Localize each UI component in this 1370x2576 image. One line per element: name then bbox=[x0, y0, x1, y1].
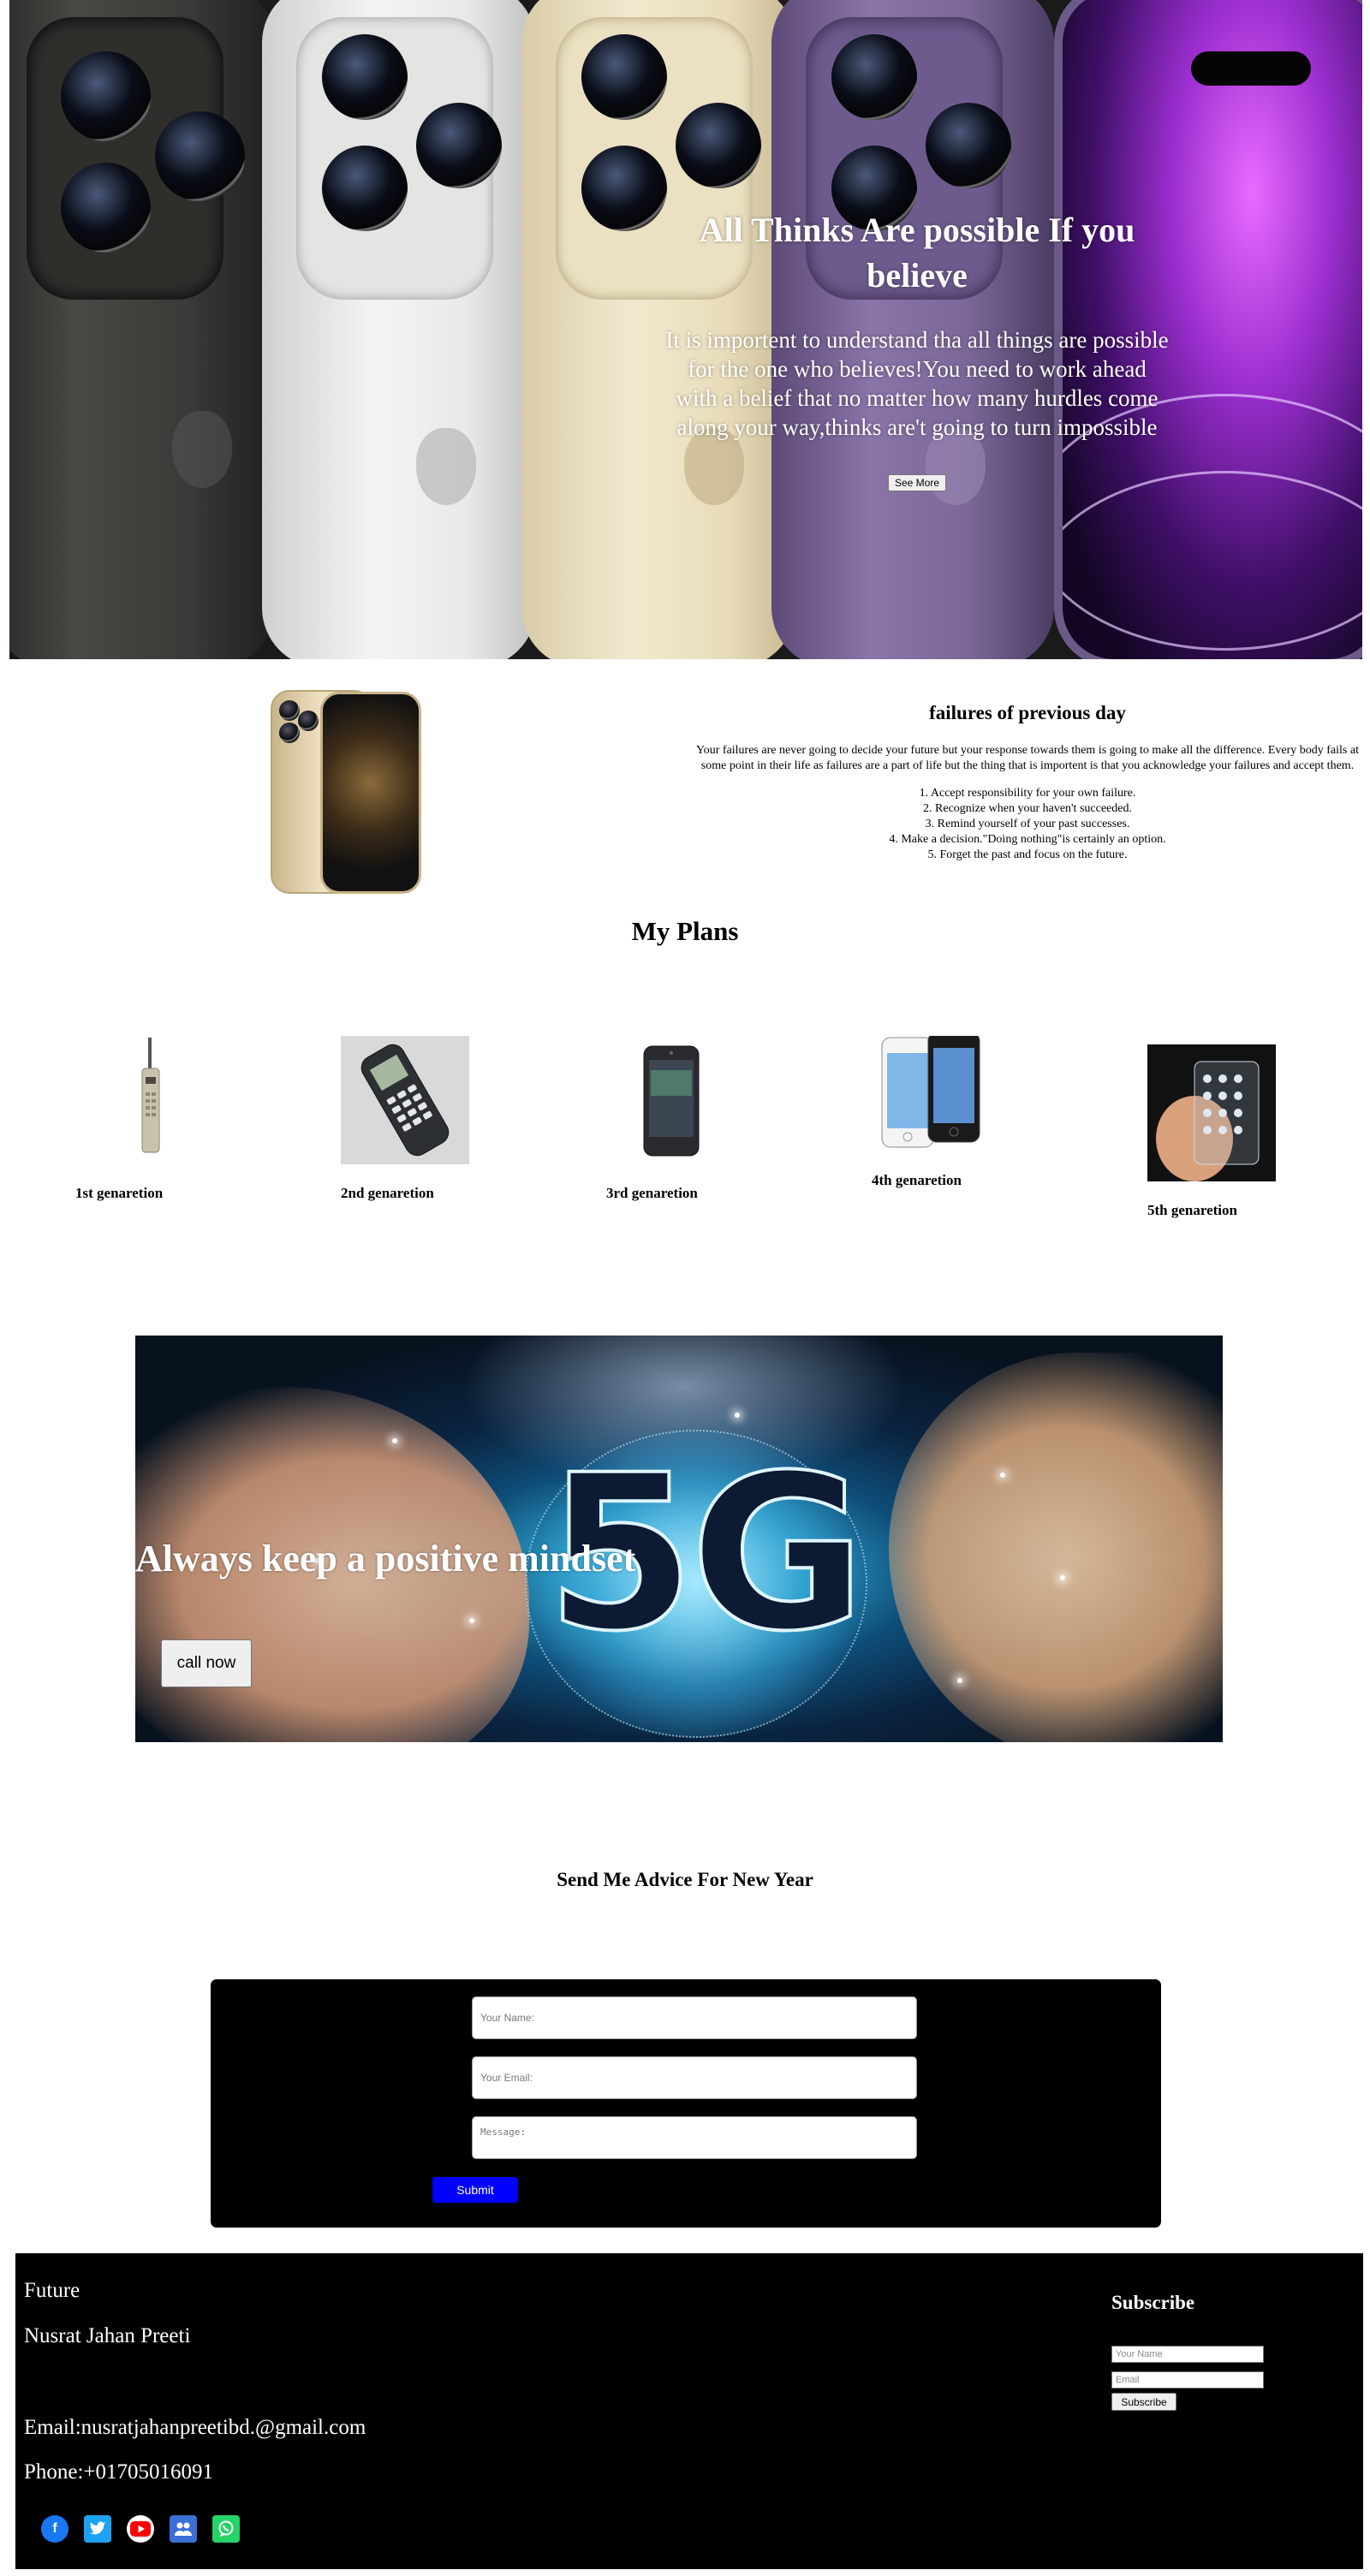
email-field[interactable]: Your Email: bbox=[472, 2056, 917, 2099]
list-item: 4. Make a decision."Doing nothing"is cer… bbox=[889, 833, 1166, 846]
facebook-icon[interactable]: f bbox=[41, 2515, 68, 2543]
advice-form: Your Name: Your Email: Message: bbox=[211, 1979, 1161, 2228]
hero-description: It is importent to understand tha all th… bbox=[665, 327, 1169, 440]
transparent-phone-icon bbox=[1147, 1044, 1276, 1181]
failures-steps-list: 1. Accept responsibility for your own fa… bbox=[694, 786, 1361, 863]
subscribe-email-input[interactable]: Email bbox=[1111, 2371, 1264, 2389]
5g-banner: 5G Always keep a positive mindset call n… bbox=[135, 1336, 1223, 1742]
failures-description: Your failures are never going to decide … bbox=[696, 744, 1359, 772]
generation-label: 3rd genaretion bbox=[606, 1185, 698, 1201]
right-hand-image bbox=[889, 1353, 1223, 1742]
twitter-icon[interactable] bbox=[84, 2515, 111, 2543]
banner-title: Always keep a positive mindset bbox=[135, 1538, 636, 1580]
subscribe-title: Subscribe bbox=[1111, 2292, 1195, 2313]
generation-label: 2nd genaretion bbox=[341, 1185, 434, 1201]
generation-label: 5th genaretion bbox=[1147, 1202, 1237, 1218]
plans-title: My Plans bbox=[631, 916, 739, 946]
generation-label: 1st genaretion bbox=[75, 1185, 164, 1201]
list-item: 3. Remind yourself of your past successe… bbox=[925, 818, 1130, 830]
whatsapp-icon[interactable] bbox=[212, 2515, 240, 2543]
hero-section: All Thinks Are possible If you believe I… bbox=[9, 0, 1362, 659]
generation-card-3: 3rd genaretion bbox=[606, 1036, 760, 1202]
youtube-icon[interactable] bbox=[127, 2515, 154, 2543]
hero-phone-silver bbox=[262, 0, 536, 659]
subscribe-name-input[interactable]: Your Name bbox=[1111, 2346, 1264, 2363]
hero-content: All Thinks Are possible If you believe I… bbox=[660, 207, 1174, 491]
footer-brand: Future bbox=[24, 2279, 80, 2302]
list-item: 1. Accept responsibility for your own fa… bbox=[919, 787, 1136, 800]
keypad-phone-icon bbox=[341, 1036, 469, 1164]
promo-phone-image bbox=[271, 690, 421, 895]
hero-phone-graphite bbox=[9, 0, 275, 659]
footer-name: Nusrat Jahan Preeti bbox=[24, 2324, 191, 2347]
list-item: 5. Forget the past and focus on the futu… bbox=[927, 848, 1128, 861]
smartphone-icon bbox=[606, 1036, 735, 1164]
contacts-icon[interactable] bbox=[170, 2515, 197, 2543]
message-field[interactable]: Message: bbox=[472, 2116, 917, 2159]
generation-label: 4th genaretion bbox=[872, 1172, 962, 1188]
brick-phone-icon bbox=[75, 1036, 204, 1164]
advice-title: Send Me Advice For New Year bbox=[557, 1869, 813, 1890]
generation-card-2: 2nd genaretion bbox=[341, 1036, 495, 1202]
generation-card-1: 1st genaretion bbox=[75, 1036, 229, 1202]
generation-card-5: 5th genaretion bbox=[1147, 1044, 1302, 1219]
failures-title: failures of previous day bbox=[929, 702, 1126, 723]
hero-title: All Thinks Are possible If you believe bbox=[699, 211, 1135, 294]
subscribe-button[interactable]: Subscribe bbox=[1111, 2393, 1176, 2411]
iphone-pair-icon bbox=[872, 1032, 1000, 1151]
footer-phone: Phone:+01705016091 bbox=[24, 2460, 214, 2484]
failures-section: failures of previous day Your failures a… bbox=[694, 702, 1361, 863]
submit-button[interactable]: Submit bbox=[432, 2177, 518, 2203]
list-item: 2. Recognize when your haven't succeeded… bbox=[923, 802, 1132, 815]
name-field[interactable]: Your Name: bbox=[472, 1996, 917, 2039]
footer: Future Nusrat Jahan Preeti Email:nusratj… bbox=[15, 2253, 1363, 2569]
call-now-button[interactable]: call now bbox=[161, 1639, 252, 1687]
generation-card-4: 4th genaretion bbox=[872, 1032, 1026, 1189]
footer-email: Email:nusratjahanpreetibd.@gmail.com bbox=[24, 2416, 366, 2439]
see-more-button[interactable]: See More bbox=[887, 474, 947, 491]
